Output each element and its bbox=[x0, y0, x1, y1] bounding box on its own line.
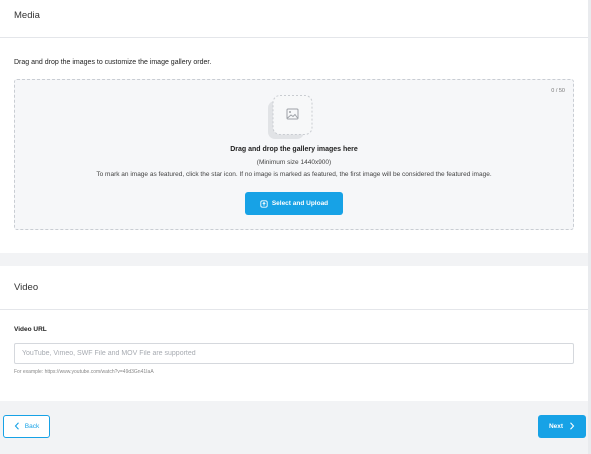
minimum-size-hint: (Minimum size 1440x900) bbox=[256, 159, 332, 166]
dropzone-title: Drag and drop the gallery images here bbox=[230, 146, 358, 153]
media-card: Media Drag and drop the images to custom… bbox=[0, 0, 588, 253]
chevron-right-icon bbox=[569, 421, 575, 432]
media-section-title: Media bbox=[0, 0, 588, 38]
video-card: Video bbox=[0, 266, 588, 401]
video-url-input[interactable] bbox=[14, 343, 574, 364]
gallery-instruction: Drag and drop the images to customize th… bbox=[14, 59, 212, 66]
upload-icon bbox=[260, 199, 268, 208]
image-counter: 0 / 50 bbox=[551, 88, 565, 94]
video-section-title: Video bbox=[0, 266, 588, 310]
next-button-label: Next bbox=[548, 423, 564, 430]
gallery-dropzone[interactable]: 0 / 50 Drag and drop the gallery images … bbox=[14, 79, 574, 230]
gallery-image-icon bbox=[268, 95, 313, 139]
select-and-upload-button[interactable]: Select and Upload bbox=[245, 192, 343, 215]
chevron-left-icon bbox=[14, 421, 20, 432]
next-button[interactable]: Next bbox=[538, 415, 586, 438]
video-url-example: For example: https://www.youtube.com/wat… bbox=[14, 369, 154, 375]
back-button[interactable]: Back bbox=[3, 415, 50, 438]
back-button-label: Back bbox=[24, 423, 40, 430]
featured-image-help: To mark an image as featured, click the … bbox=[96, 171, 492, 178]
video-url-label: Video URL bbox=[14, 326, 47, 333]
upload-button-label: Select and Upload bbox=[271, 200, 329, 207]
